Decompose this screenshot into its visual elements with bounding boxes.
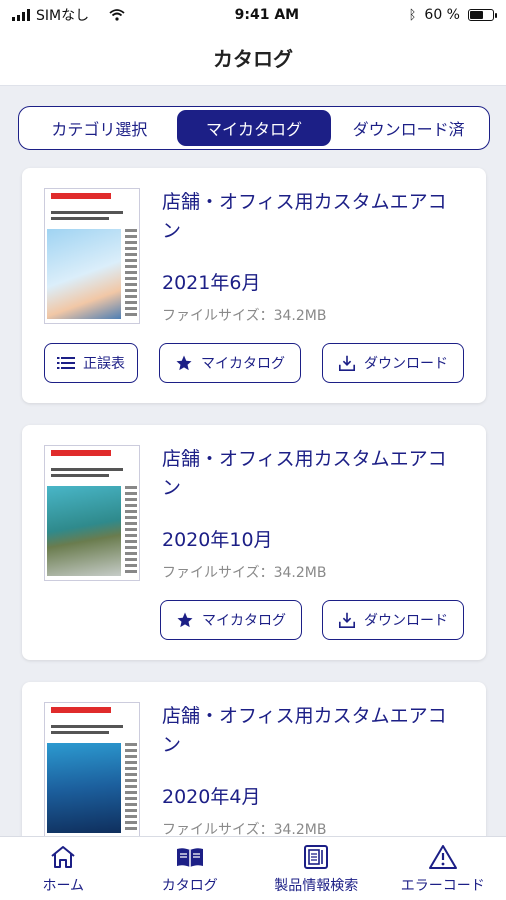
catalog-cover-image[interactable]: [44, 702, 140, 838]
page-title: カタログ: [213, 47, 293, 71]
bottom-tab-bar: ホーム カタログ 製品情報検索 エラーコード: [0, 836, 506, 900]
star-icon: [176, 611, 194, 629]
bottom-tab-label: カタログ: [161, 877, 218, 894]
catalog-cover-image[interactable]: [44, 445, 140, 581]
catalog-title: 店舗・オフィス用カスタムエアコン: [162, 448, 447, 499]
warning-icon: [428, 843, 458, 871]
bottom-tab-label: ホーム: [42, 877, 85, 894]
catalog-card[interactable]: 店舗・オフィス用カスタムエアコン 2020年10月 ファイルサイズ：34.2MB…: [22, 425, 486, 660]
segmented-control: カテゴリ選択 マイカタログ ダウンロード済: [18, 106, 490, 150]
list-icon: [57, 354, 75, 372]
battery-icon: [468, 9, 497, 21]
download-button[interactable]: ダウンロード: [322, 600, 464, 640]
status-bar: SIMなし 9:41 AM ᛒ 60 %: [0, 0, 506, 30]
bottom-tab-product-search[interactable]: 製品情報検索: [256, 843, 376, 895]
bottom-tab-label: エラーコード: [400, 877, 485, 894]
catalog-date: 2020年4月: [162, 786, 261, 808]
bottom-tab-error-code[interactable]: エラーコード: [383, 843, 503, 895]
home-icon: [48, 843, 78, 871]
my-catalog-button[interactable]: マイカタログ: [160, 600, 302, 640]
catalog-file-size: ファイルサイズ：34.2MB: [162, 565, 327, 581]
book-icon: [175, 843, 205, 871]
catalog-card[interactable]: 店舗・オフィス用カスタムエアコン 2021年6月 ファイルサイズ：34.2MB …: [22, 168, 486, 403]
catalog-date: 2021年6月: [162, 272, 261, 294]
battery-percent: 60 %: [424, 7, 460, 23]
my-catalog-button-label: マイカタログ: [201, 356, 285, 372]
tab-my-catalog[interactable]: マイカタログ: [176, 110, 332, 146]
clock: 9:41 AM: [234, 7, 300, 23]
download-icon: [338, 611, 356, 629]
bottom-tab-home[interactable]: ホーム: [3, 843, 123, 895]
bottom-tab-catalog[interactable]: カタログ: [130, 843, 250, 895]
product-search-icon: [301, 843, 331, 871]
catalog-cover-image[interactable]: [44, 188, 140, 324]
tab-downloaded[interactable]: ダウンロード済: [331, 110, 486, 146]
my-catalog-button-label: マイカタログ: [202, 613, 286, 629]
errata-button-label: 正誤表: [83, 356, 125, 372]
download-button[interactable]: ダウンロード: [322, 343, 464, 383]
catalog-title: 店舗・オフィス用カスタムエアコン: [162, 705, 447, 756]
download-button-label: ダウンロード: [364, 356, 448, 372]
tab-category-select[interactable]: カテゴリ選択: [22, 110, 177, 146]
catalog-date: 2020年10月: [162, 529, 273, 551]
catalog-title: 店舗・オフィス用カスタムエアコン: [162, 191, 447, 242]
nav-bar: カタログ: [0, 30, 506, 86]
download-icon: [338, 354, 356, 372]
signal-icon: [12, 9, 30, 21]
catalog-card[interactable]: 店舗・オフィス用カスタムエアコン 2020年4月 ファイルサイズ：34.2MB: [22, 682, 486, 859]
catalog-file-size: ファイルサイズ：34.2MB: [162, 308, 327, 324]
errata-button[interactable]: 正誤表: [44, 343, 138, 383]
catalog-list: 店舗・オフィス用カスタムエアコン 2021年6月 ファイルサイズ：34.2MB …: [22, 168, 486, 881]
bottom-tab-label: 製品情報検索: [274, 877, 359, 894]
wifi-icon: [109, 9, 125, 21]
my-catalog-button[interactable]: マイカタログ: [159, 343, 301, 383]
download-button-label: ダウンロード: [364, 613, 448, 629]
star-icon: [175, 354, 193, 372]
bluetooth-icon: ᛒ: [408, 7, 417, 23]
carrier-label: SIMなし: [36, 8, 90, 24]
